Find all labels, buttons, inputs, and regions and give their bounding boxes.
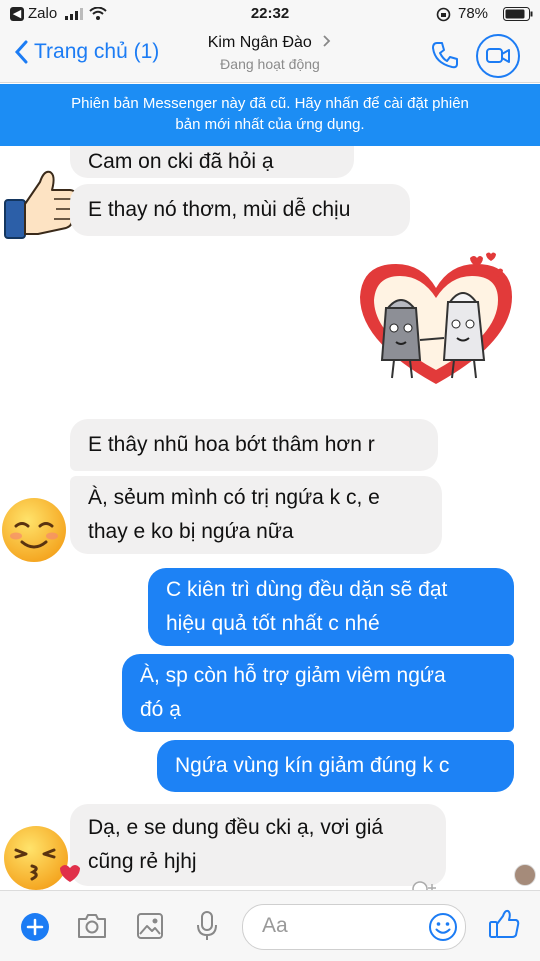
message-text-line: thay e ko bị ngứa nữa bbox=[88, 520, 294, 543]
battery-icon bbox=[503, 7, 533, 21]
message-outgoing[interactable]: À, sp còn hỗ trợ giảm viêm ngứa đó ạ bbox=[122, 654, 514, 732]
plus-icon[interactable] bbox=[20, 912, 50, 942]
message-text: E thây nhũ hoa bớt thâm hơn r bbox=[88, 433, 375, 456]
chevron-right-icon bbox=[323, 35, 331, 47]
video-camera-icon[interactable] bbox=[475, 33, 521, 79]
message-text-line: À, sẻum mình có trị ngứa k c, e bbox=[88, 486, 380, 509]
message-text-line: Dạ, e se dung đều cki ạ, vơi giá bbox=[88, 816, 384, 839]
smiling-face-emoji bbox=[2, 498, 66, 562]
microphone-icon[interactable] bbox=[196, 910, 218, 942]
message-text-line: À, sp còn hỗ trợ giảm viêm ngứa bbox=[140, 664, 446, 687]
message-incoming[interactable]: E thay nó thơm, mùi dễ chịu bbox=[70, 184, 410, 236]
heart-salt-shakers-sticker bbox=[360, 252, 512, 384]
message-text: Cam on cki đã hỏi ạ bbox=[88, 150, 274, 173]
thumbs-up-sticker bbox=[4, 170, 78, 239]
image-icon[interactable] bbox=[136, 912, 164, 940]
conversation-header: Trang chủ (1) Kim Ngân Đào Đang hoạt độn… bbox=[0, 28, 540, 83]
message-text-line: hiệu quả tốt nhất c nhé bbox=[166, 612, 380, 635]
lock-rotation-icon bbox=[436, 7, 451, 22]
read-receipt-avatar bbox=[514, 864, 536, 886]
phone-icon[interactable] bbox=[430, 40, 460, 70]
message-incoming[interactable]: À, sẻum mình có trị ngứa k c, e thay e k… bbox=[70, 476, 442, 554]
message-input-placeholder: Aa bbox=[262, 914, 288, 937]
message-text-line: đó ạ bbox=[140, 698, 181, 721]
camera-icon[interactable] bbox=[76, 912, 108, 940]
message-incoming[interactable]: E thây nhũ hoa bớt thâm hơn r bbox=[70, 419, 438, 471]
message-text: Ngứa vùng kín giảm đúng k c bbox=[175, 754, 450, 777]
message-outgoing[interactable]: C kiên trì dùng đều dặn sẽ đạt hiệu quả … bbox=[148, 568, 514, 646]
kissing-face-emoji bbox=[4, 826, 80, 890]
smiley-icon[interactable] bbox=[428, 912, 458, 942]
message-outgoing[interactable]: Ngứa vùng kín giảm đúng k c bbox=[157, 740, 514, 792]
message-text-line: C kiên trì dùng đều dặn sẽ đạt bbox=[166, 578, 448, 601]
banner-line-2: bản mới nhất của ứng dụng. bbox=[175, 116, 365, 133]
status-bar: ◀ Zalo 22:32 78% bbox=[0, 0, 540, 28]
banner-line-1: Phiên bản Messenger này đã cũ. Hãy nhấn … bbox=[71, 95, 469, 112]
battery-percent: 78% bbox=[458, 5, 489, 22]
message-incoming[interactable]: Dạ, e se dung đều cki ạ, vơi giá cũng rẻ… bbox=[70, 804, 446, 886]
message-incoming[interactable]: Cam on cki đã hỏi ạ bbox=[70, 146, 354, 178]
message-text-line: cũng rẻ hjhj bbox=[88, 850, 197, 873]
message-text: E thay nó thơm, mùi dễ chịu bbox=[88, 198, 351, 221]
thumbs-up-icon[interactable] bbox=[488, 908, 520, 940]
update-banner[interactable]: Phiên bản Messenger này đã cũ. Hãy nhấn … bbox=[0, 84, 540, 146]
